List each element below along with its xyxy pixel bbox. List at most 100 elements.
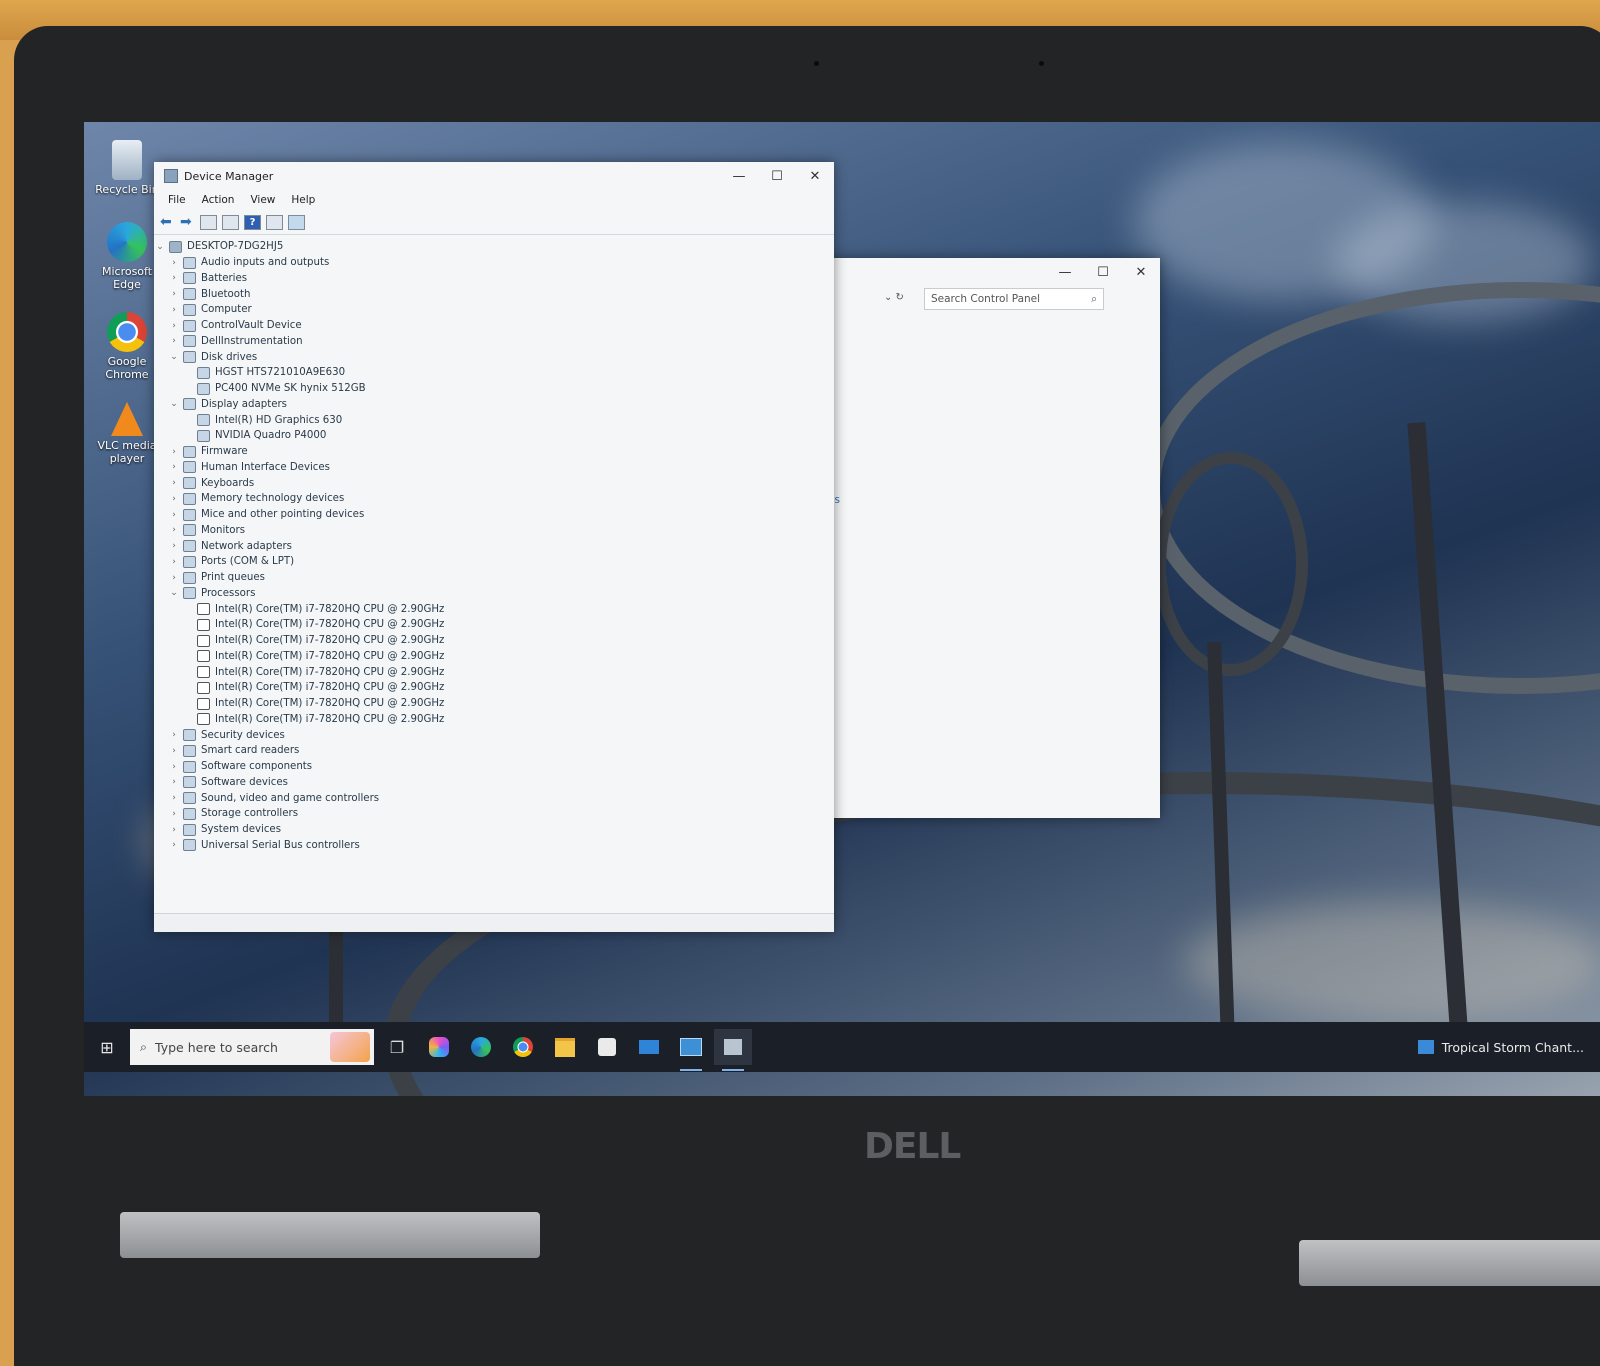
tree-device[interactable]: Intel(R) Core(TM) i7-7820HQ CPU @ 2.90GH…: [154, 664, 834, 680]
tree-root[interactable]: ⌄ DESKTOP-7DG2HJ5: [154, 239, 834, 255]
tree-category[interactable]: › Smart card readers: [154, 743, 834, 759]
tree-device[interactable]: Intel(R) Core(TM) i7-7820HQ CPU @ 2.90GH…: [154, 649, 834, 665]
tree-device[interactable]: Intel(R) Core(TM) i7-7820HQ CPU @ 2.90GH…: [154, 696, 834, 712]
chevron-right-icon[interactable]: ›: [168, 305, 180, 315]
tree-category[interactable]: › Computer: [154, 302, 834, 318]
tree-category[interactable]: › System devices: [154, 822, 834, 838]
tree-device[interactable]: Intel(R) Core(TM) i7-7820HQ CPU @ 2.90GH…: [154, 601, 834, 617]
tree-device[interactable]: NVIDIA Quadro P4000: [154, 428, 834, 444]
tree-category[interactable]: › Storage controllers: [154, 806, 834, 822]
maximize-button[interactable]: ☐: [758, 169, 796, 184]
tree-category[interactable]: › Bluetooth: [154, 286, 834, 302]
chevron-right-icon[interactable]: ›: [168, 525, 180, 535]
forward-arrow-icon[interactable]: ➡: [180, 215, 195, 229]
tree-category[interactable]: › Sound, video and game controllers: [154, 790, 834, 806]
tree-category[interactable]: › ControlVault Device: [154, 318, 834, 334]
chevron-right-icon[interactable]: ›: [168, 510, 180, 520]
control-panel-search-input[interactable]: Search Control Panel ⌕: [924, 288, 1104, 310]
tree-category[interactable]: ⌄ Processors: [154, 586, 834, 602]
chevron-right-icon[interactable]: ›: [168, 793, 180, 803]
tree-category[interactable]: › Software components: [154, 759, 834, 775]
task-view-icon[interactable]: ❐: [378, 1029, 416, 1065]
view-icon[interactable]: [266, 214, 283, 230]
chevron-down-icon[interactable]: ⌄: [154, 242, 166, 252]
control-panel-window[interactable]: — ☐ ✕ ⌄ ↻ Search Control Panel ⌕ leeps: [804, 258, 1160, 818]
chevron-right-icon[interactable]: ›: [168, 321, 180, 331]
tree-category[interactable]: › DellInstrumentation: [154, 334, 834, 350]
chevron-down-icon[interactable]: ⌄: [168, 352, 180, 362]
tree-category[interactable]: › Monitors: [154, 523, 834, 539]
edge-icon[interactable]: [462, 1029, 500, 1065]
tree-category[interactable]: › Keyboards: [154, 475, 834, 491]
chrome-icon[interactable]: [504, 1029, 542, 1065]
help-icon[interactable]: ?: [244, 214, 261, 230]
menu-file[interactable]: File: [160, 194, 194, 206]
tree-category[interactable]: › Batteries: [154, 271, 834, 287]
device-manager-window[interactable]: Device Manager — ☐ ✕ File Action View He…: [154, 162, 834, 932]
chevron-right-icon[interactable]: ›: [168, 573, 180, 583]
chevron-right-icon[interactable]: ›: [168, 777, 180, 787]
desktop-icon-vlc[interactable]: VLC media player: [92, 402, 162, 465]
news-widget[interactable]: Tropical Storm Chant...: [1417, 1022, 1584, 1072]
chevron-right-icon[interactable]: ›: [168, 289, 180, 299]
menu-help[interactable]: Help: [283, 194, 323, 206]
desktop-icon-edge[interactable]: Microsoft Edge: [92, 222, 162, 291]
tree-category[interactable]: › Audio inputs and outputs: [154, 255, 834, 271]
tree-category[interactable]: ⌄ Display adapters: [154, 397, 834, 413]
address-dropdown-icon[interactable]: ⌄ ↻: [884, 292, 904, 303]
tree-device[interactable]: Intel(R) Core(TM) i7-7820HQ CPU @ 2.90GH…: [154, 680, 834, 696]
store-icon[interactable]: [588, 1029, 626, 1065]
control-panel-icon[interactable]: [672, 1029, 710, 1071]
chevron-down-icon[interactable]: ⌄: [168, 588, 180, 598]
copilot-icon[interactable]: [420, 1029, 458, 1065]
chevron-right-icon[interactable]: ›: [168, 478, 180, 488]
chevron-right-icon[interactable]: ›: [168, 746, 180, 756]
minimize-button[interactable]: —: [1046, 265, 1084, 280]
minimize-button[interactable]: —: [720, 169, 758, 184]
chevron-right-icon[interactable]: ›: [168, 557, 180, 567]
menu-action[interactable]: Action: [194, 194, 243, 206]
tree-category[interactable]: ⌄ Disk drives: [154, 349, 834, 365]
update-driver-icon[interactable]: [222, 214, 239, 230]
taskbar-search-input[interactable]: ⌕ Type here to search: [130, 1029, 374, 1065]
tree-category[interactable]: › Firmware: [154, 444, 834, 460]
mail-icon[interactable]: [630, 1029, 668, 1065]
menu-view[interactable]: View: [242, 194, 283, 206]
chevron-right-icon[interactable]: ›: [168, 825, 180, 835]
chevron-right-icon[interactable]: ›: [168, 840, 180, 850]
tree-device[interactable]: Intel(R) Core(TM) i7-7820HQ CPU @ 2.90GH…: [154, 633, 834, 649]
tree-category[interactable]: › Universal Serial Bus controllers: [154, 838, 834, 854]
close-button[interactable]: ✕: [1122, 265, 1160, 280]
chevron-right-icon[interactable]: ›: [168, 809, 180, 819]
desktop-icon-recycle-bin[interactable]: Recycle Bin: [92, 140, 162, 196]
file-explorer-icon[interactable]: [546, 1029, 584, 1065]
back-arrow-icon[interactable]: ⬅: [160, 215, 175, 229]
desktop-icon-chrome[interactable]: Google Chrome: [92, 312, 162, 381]
chevron-right-icon[interactable]: ›: [168, 494, 180, 504]
tree-category[interactable]: › Print queues: [154, 570, 834, 586]
monitor-icon[interactable]: [288, 214, 305, 230]
maximize-button[interactable]: ☐: [1084, 265, 1122, 280]
close-button[interactable]: ✕: [796, 169, 834, 184]
chevron-right-icon[interactable]: ›: [168, 541, 180, 551]
tree-device[interactable]: PC400 NVMe SK hynix 512GB: [154, 381, 834, 397]
tree-category[interactable]: › Ports (COM & LPT): [154, 554, 834, 570]
properties-icon[interactable]: [200, 214, 217, 230]
tree-device[interactable]: HGST HTS721010A9E630: [154, 365, 834, 381]
device-manager-icon[interactable]: [714, 1029, 752, 1071]
chevron-right-icon[interactable]: ›: [168, 730, 180, 740]
tree-category[interactable]: › Memory technology devices: [154, 491, 834, 507]
chevron-down-icon[interactable]: ⌄: [168, 399, 180, 409]
chevron-right-icon[interactable]: ›: [168, 762, 180, 772]
tree-device[interactable]: Intel(R) Core(TM) i7-7820HQ CPU @ 2.90GH…: [154, 712, 834, 728]
chevron-right-icon[interactable]: ›: [168, 273, 180, 283]
tree-category[interactable]: › Security devices: [154, 727, 834, 743]
chevron-right-icon[interactable]: ›: [168, 447, 180, 457]
chevron-right-icon[interactable]: ›: [168, 258, 180, 268]
start-button[interactable]: ⊞: [84, 1022, 130, 1072]
tree-device[interactable]: Intel(R) HD Graphics 630: [154, 412, 834, 428]
tree-category[interactable]: › Mice and other pointing devices: [154, 507, 834, 523]
chevron-right-icon[interactable]: ›: [168, 336, 180, 346]
tree-category[interactable]: › Human Interface Devices: [154, 460, 834, 476]
tree-category[interactable]: › Software devices: [154, 775, 834, 791]
